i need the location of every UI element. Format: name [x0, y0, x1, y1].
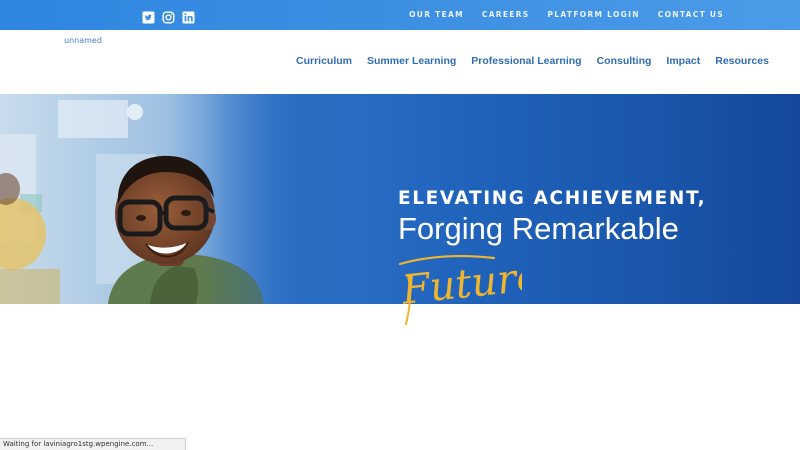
instagram-icon[interactable]: [162, 11, 175, 24]
page: OUR TEAM CAREERS PLATFORM LOGIN CONTACT …: [0, 0, 800, 450]
hero-script-futures: Futures: [399, 251, 522, 325]
hero-headline-line1: ELEVATING ACHIEVEMENT,: [398, 188, 707, 209]
utility-nav: OUR TEAM CAREERS PLATFORM LOGIN CONTACT …: [409, 10, 724, 20]
utility-link-our-team[interactable]: OUR TEAM: [409, 10, 464, 20]
twitter-icon[interactable]: [142, 11, 155, 24]
utility-link-contact-us[interactable]: CONTACT US: [658, 10, 724, 20]
nav-curriculum[interactable]: Curriculum: [296, 54, 352, 68]
utility-link-careers[interactable]: CAREERS: [482, 10, 530, 20]
nav-professional-learning[interactable]: Professional Learning: [471, 54, 581, 68]
hero-headline-line2: Forging Remarkable: [398, 211, 679, 246]
top-utility-bar: OUR TEAM CAREERS PLATFORM LOGIN CONTACT …: [0, 0, 800, 30]
hero-photo-fade: [200, 94, 360, 304]
nav-summer-learning[interactable]: Summer Learning: [367, 54, 456, 68]
linkedin-icon[interactable]: [182, 11, 195, 24]
social-links: [142, 11, 195, 25]
nav-impact[interactable]: Impact: [666, 54, 700, 68]
main-nav: Curriculum Summer Learning Professional …: [296, 54, 769, 68]
status-text: Waiting for laviniagro1stg.wpengine.com.…: [3, 440, 154, 448]
logo-broken-image[interactable]: unnamed: [64, 36, 102, 45]
nav-consulting[interactable]: Consulting: [597, 54, 652, 68]
utility-link-platform-login[interactable]: PLATFORM LOGIN: [548, 10, 640, 20]
browser-status-bar: Waiting for laviniagro1stg.wpengine.com.…: [0, 438, 186, 450]
site-header: unnamed Curriculum Summer Learning Profe…: [0, 30, 800, 94]
nav-resources[interactable]: Resources: [715, 54, 769, 68]
hero-headline: ELEVATING ACHIEVEMENT, Forging Remarkabl…: [398, 188, 706, 246]
